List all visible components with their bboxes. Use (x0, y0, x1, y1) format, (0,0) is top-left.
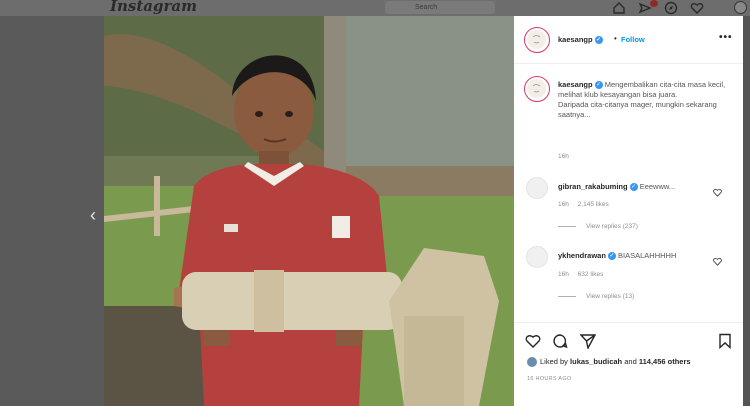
verified-icon: ✓ (607, 252, 616, 261)
verified-icon: ✓ (594, 36, 603, 45)
caption-username[interactable]: kaesangp (558, 80, 593, 89)
save-bookmark-icon[interactable] (717, 333, 733, 350)
share-icon[interactable] (579, 333, 597, 351)
comment-like-icon[interactable] (713, 253, 722, 266)
comment-like-icon[interactable] (713, 184, 722, 197)
previous-arrow-icon[interactable]: ‹ (90, 205, 96, 226)
right-background-strip (743, 16, 750, 406)
follow-button[interactable]: Follow (621, 35, 645, 44)
verified-icon: ✓ (594, 81, 603, 90)
like-heart-icon[interactable] (525, 333, 541, 349)
author-username-text[interactable]: kaesangp (558, 35, 593, 44)
comment-text: ykhendrawan ✓ BIASALAHHHHH (558, 251, 708, 261)
comment-likes[interactable]: 2,145 likes (578, 201, 609, 208)
comment-time[interactable]: 16h (558, 201, 569, 208)
home-icon[interactable] (612, 1, 626, 15)
header-separator: • (614, 34, 617, 43)
comment-username[interactable]: gibran_rakabuming (558, 182, 628, 191)
heart-icon[interactable] (690, 1, 704, 15)
view-replies-button[interactable]: View replies (237) (558, 223, 638, 230)
post-timestamp[interactable]: 16 HOURS AGO (527, 376, 572, 382)
view-replies-label[interactable]: View replies (237) (586, 223, 638, 230)
author-avatar[interactable] (524, 27, 550, 53)
commenter-avatar[interactable] (526, 246, 548, 268)
comment-time[interactable]: 16h (558, 271, 569, 278)
comment-username[interactable]: ykhendrawan (558, 251, 606, 260)
commenter-avatar[interactable] (526, 177, 548, 199)
author-username[interactable]: kaesangp ✓ (558, 35, 603, 45)
replies-line (558, 296, 576, 297)
verified-icon: ✓ (629, 183, 638, 192)
comment-text: gibran_rakabuming ✓ Eeewww... (558, 182, 708, 192)
view-replies-label[interactable]: View replies (13) (586, 293, 634, 300)
replies-line (558, 226, 576, 227)
caption-text-2: Daripada cita-citanya mager, mungkin sek… (558, 100, 717, 119)
liker-avatar[interactable] (527, 357, 537, 368)
liked-by-prefix: Liked by (540, 357, 568, 366)
liked-by-count[interactable]: 114,456 others (639, 357, 691, 366)
comment-body: BIASALAHHHHH (618, 251, 677, 260)
action-bar (514, 322, 743, 351)
liked-by-and: and (624, 357, 637, 366)
liked-by-text: Liked by lukas_budicah and 114,456 other… (527, 357, 691, 368)
caption-author-avatar[interactable] (524, 76, 550, 102)
notification-badge (650, 0, 658, 7)
comment-likes[interactable]: 632 likes (578, 271, 604, 278)
more-options-icon[interactable]: ••• (719, 32, 733, 43)
explore-icon[interactable] (664, 1, 678, 15)
view-replies-button[interactable]: View replies (13) (558, 293, 634, 300)
post-caption: kaesangp ✓ Mengembalikan cita-cita masa k… (558, 80, 738, 120)
comment-meta: 16h 632 likes (558, 271, 610, 278)
liked-by-user[interactable]: lukas_budicah (570, 357, 622, 366)
nav-icons (612, 0, 704, 16)
instagram-top-bar: Instagram Search (0, 0, 750, 16)
post-header: kaesangp ✓ • Follow ••• (514, 16, 743, 64)
post-details-panel: kaesangp ✓ • Follow ••• kaesangp ✓ Mengemb… (514, 16, 743, 406)
post-photo (104, 16, 514, 406)
instagram-logo[interactable]: Instagram (110, 0, 197, 15)
comment-bubble-icon[interactable] (552, 333, 568, 349)
search-input[interactable]: Search (385, 1, 495, 14)
comment-body: Eeewww... (639, 182, 676, 191)
caption-time[interactable]: 16h (558, 153, 569, 160)
profile-avatar[interactable] (734, 1, 747, 14)
comment-meta: 16h 2,145 likes (558, 201, 616, 208)
